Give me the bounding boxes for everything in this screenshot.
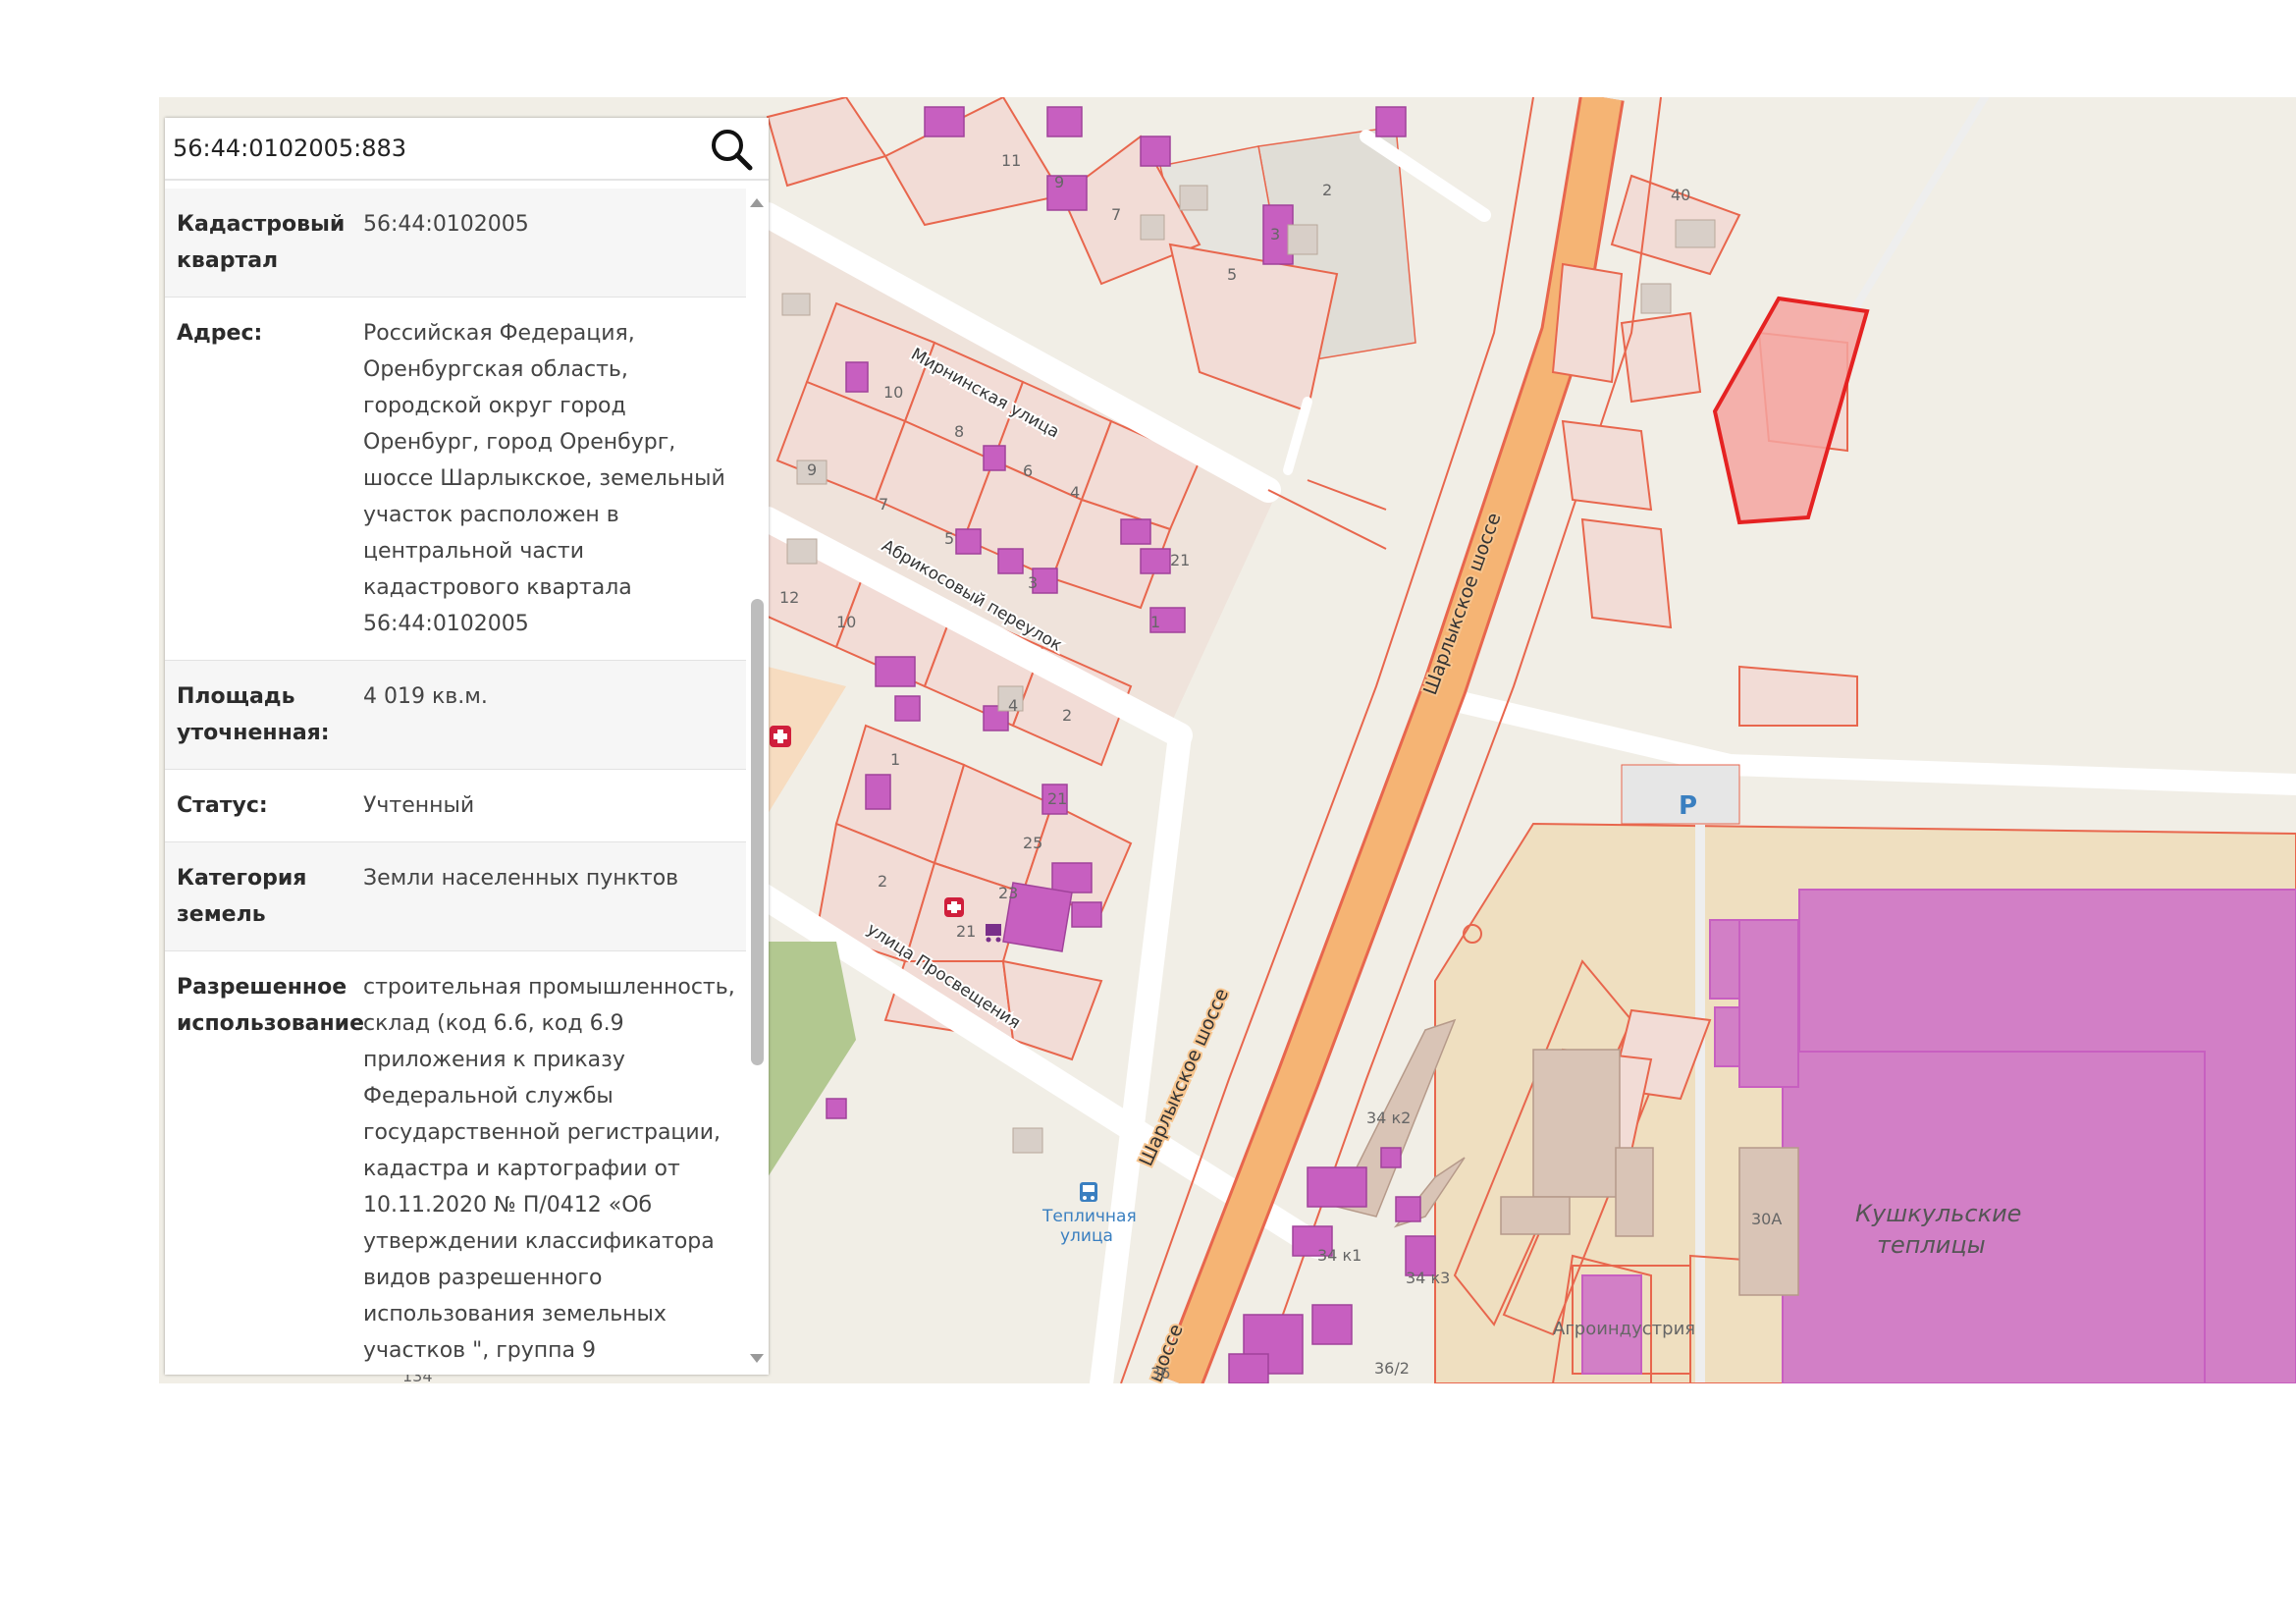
info-panel: Кадастровый квартал 56:44:0102005 Адрес:…: [165, 118, 769, 1375]
info-row-permitted-use: Разрешенное использование строительная п…: [165, 951, 746, 1375]
info-row-value: строительная промышленность, склад (код …: [363, 975, 735, 1363]
svg-text:1: 1: [890, 750, 900, 769]
info-row-label: Адрес:: [177, 321, 263, 346]
svg-text:36: 36: [1150, 1364, 1170, 1382]
svg-text:10: 10: [883, 383, 903, 402]
scroll-up-arrow-icon[interactable]: [750, 198, 764, 207]
svg-text:2: 2: [878, 872, 887, 891]
search-icon: [712, 130, 753, 171]
parking-label: P: [1679, 791, 1697, 821]
svg-text:3: 3: [1028, 573, 1038, 592]
info-row-label: Статус:: [177, 793, 268, 818]
svg-text:34 к2: 34 к2: [1366, 1109, 1411, 1127]
bus-stop-icon[interactable]: [1080, 1182, 1097, 1202]
svg-text:7: 7: [879, 495, 888, 514]
info-row-land-category: Категория земель Земли населенных пункто…: [165, 842, 746, 951]
svg-text:30А: 30А: [1751, 1210, 1782, 1228]
info-row-cadastral-quarter: Кадастровый квартал 56:44:0102005: [165, 189, 746, 298]
svg-text:9: 9: [1054, 173, 1064, 191]
info-row-label: Разрешенное использование: [177, 975, 364, 1036]
place-label-kushkul-1: Кушкульские: [1855, 1200, 2021, 1227]
svg-text:4: 4: [1070, 483, 1080, 502]
search-input[interactable]: [173, 135, 683, 162]
info-row-value: Российская Федерация, Оренбургская облас…: [363, 321, 725, 636]
svg-text:8: 8: [954, 422, 964, 441]
search-button[interactable]: [706, 124, 757, 175]
info-row-value: 4 019 кв.м.: [363, 684, 488, 709]
svg-text:5: 5: [944, 529, 954, 548]
place-label-kushkul-2: теплицы: [1877, 1231, 1986, 1259]
svg-text:6: 6: [1023, 461, 1033, 480]
place-label-agroindustriya: Агроиндустрия: [1553, 1319, 1695, 1339]
info-row-label: Площадь уточненная:: [177, 684, 330, 745]
info-row-address: Адрес: Российская Федерация, Оренбургска…: [165, 298, 746, 661]
svg-text:12: 12: [779, 588, 799, 607]
info-row-status: Статус: Учтенный: [165, 770, 746, 842]
svg-text:9: 9: [807, 460, 817, 479]
svg-text:21: 21: [1170, 551, 1190, 569]
svg-text:10: 10: [836, 613, 856, 631]
info-row-value: Земли населенных пунктов: [363, 866, 679, 891]
svg-text:2: 2: [1322, 181, 1332, 199]
hospital-icon[interactable]: [944, 897, 964, 917]
svg-text:21: 21: [956, 922, 976, 941]
svg-text:3: 3: [1270, 225, 1280, 244]
info-row-value: 56:44:0102005: [363, 212, 529, 237]
svg-text:34 к1: 34 к1: [1317, 1246, 1362, 1265]
svg-text:5: 5: [1227, 265, 1237, 284]
svg-text:11: 11: [1001, 151, 1021, 170]
svg-text:2: 2: [1062, 706, 1072, 725]
info-list[interactable]: Кадастровый квартал 56:44:0102005 Адрес:…: [165, 189, 746, 1375]
place-label-teplichnaya-2: улица: [1060, 1226, 1113, 1246]
svg-text:7: 7: [1111, 205, 1121, 224]
svg-text:21: 21: [1047, 789, 1067, 808]
place-label-teplichnaya-1: Тепличная: [1041, 1207, 1137, 1226]
svg-text:1: 1: [1150, 613, 1160, 631]
info-row-value: Учтенный: [363, 793, 475, 818]
svg-text:40: 40: [1671, 186, 1690, 204]
svg-text:34 к3: 34 к3: [1406, 1269, 1450, 1287]
info-row-label: Кадастровый квартал: [177, 212, 346, 273]
svg-text:36/2: 36/2: [1374, 1359, 1410, 1378]
svg-text:25: 25: [1023, 834, 1042, 852]
info-row-area: Площадь уточненная: 4 019 кв.м.: [165, 661, 746, 770]
scrollbar[interactable]: [746, 189, 769, 1375]
svg-text:23: 23: [998, 884, 1018, 902]
hospital-icon[interactable]: [770, 726, 791, 747]
scrollbar-thumb[interactable]: [751, 599, 764, 1065]
scroll-down-arrow-icon[interactable]: [750, 1354, 764, 1363]
svg-text:4: 4: [1008, 696, 1018, 715]
info-row-label: Категория земель: [177, 866, 307, 927]
search-bar: [165, 118, 769, 181]
